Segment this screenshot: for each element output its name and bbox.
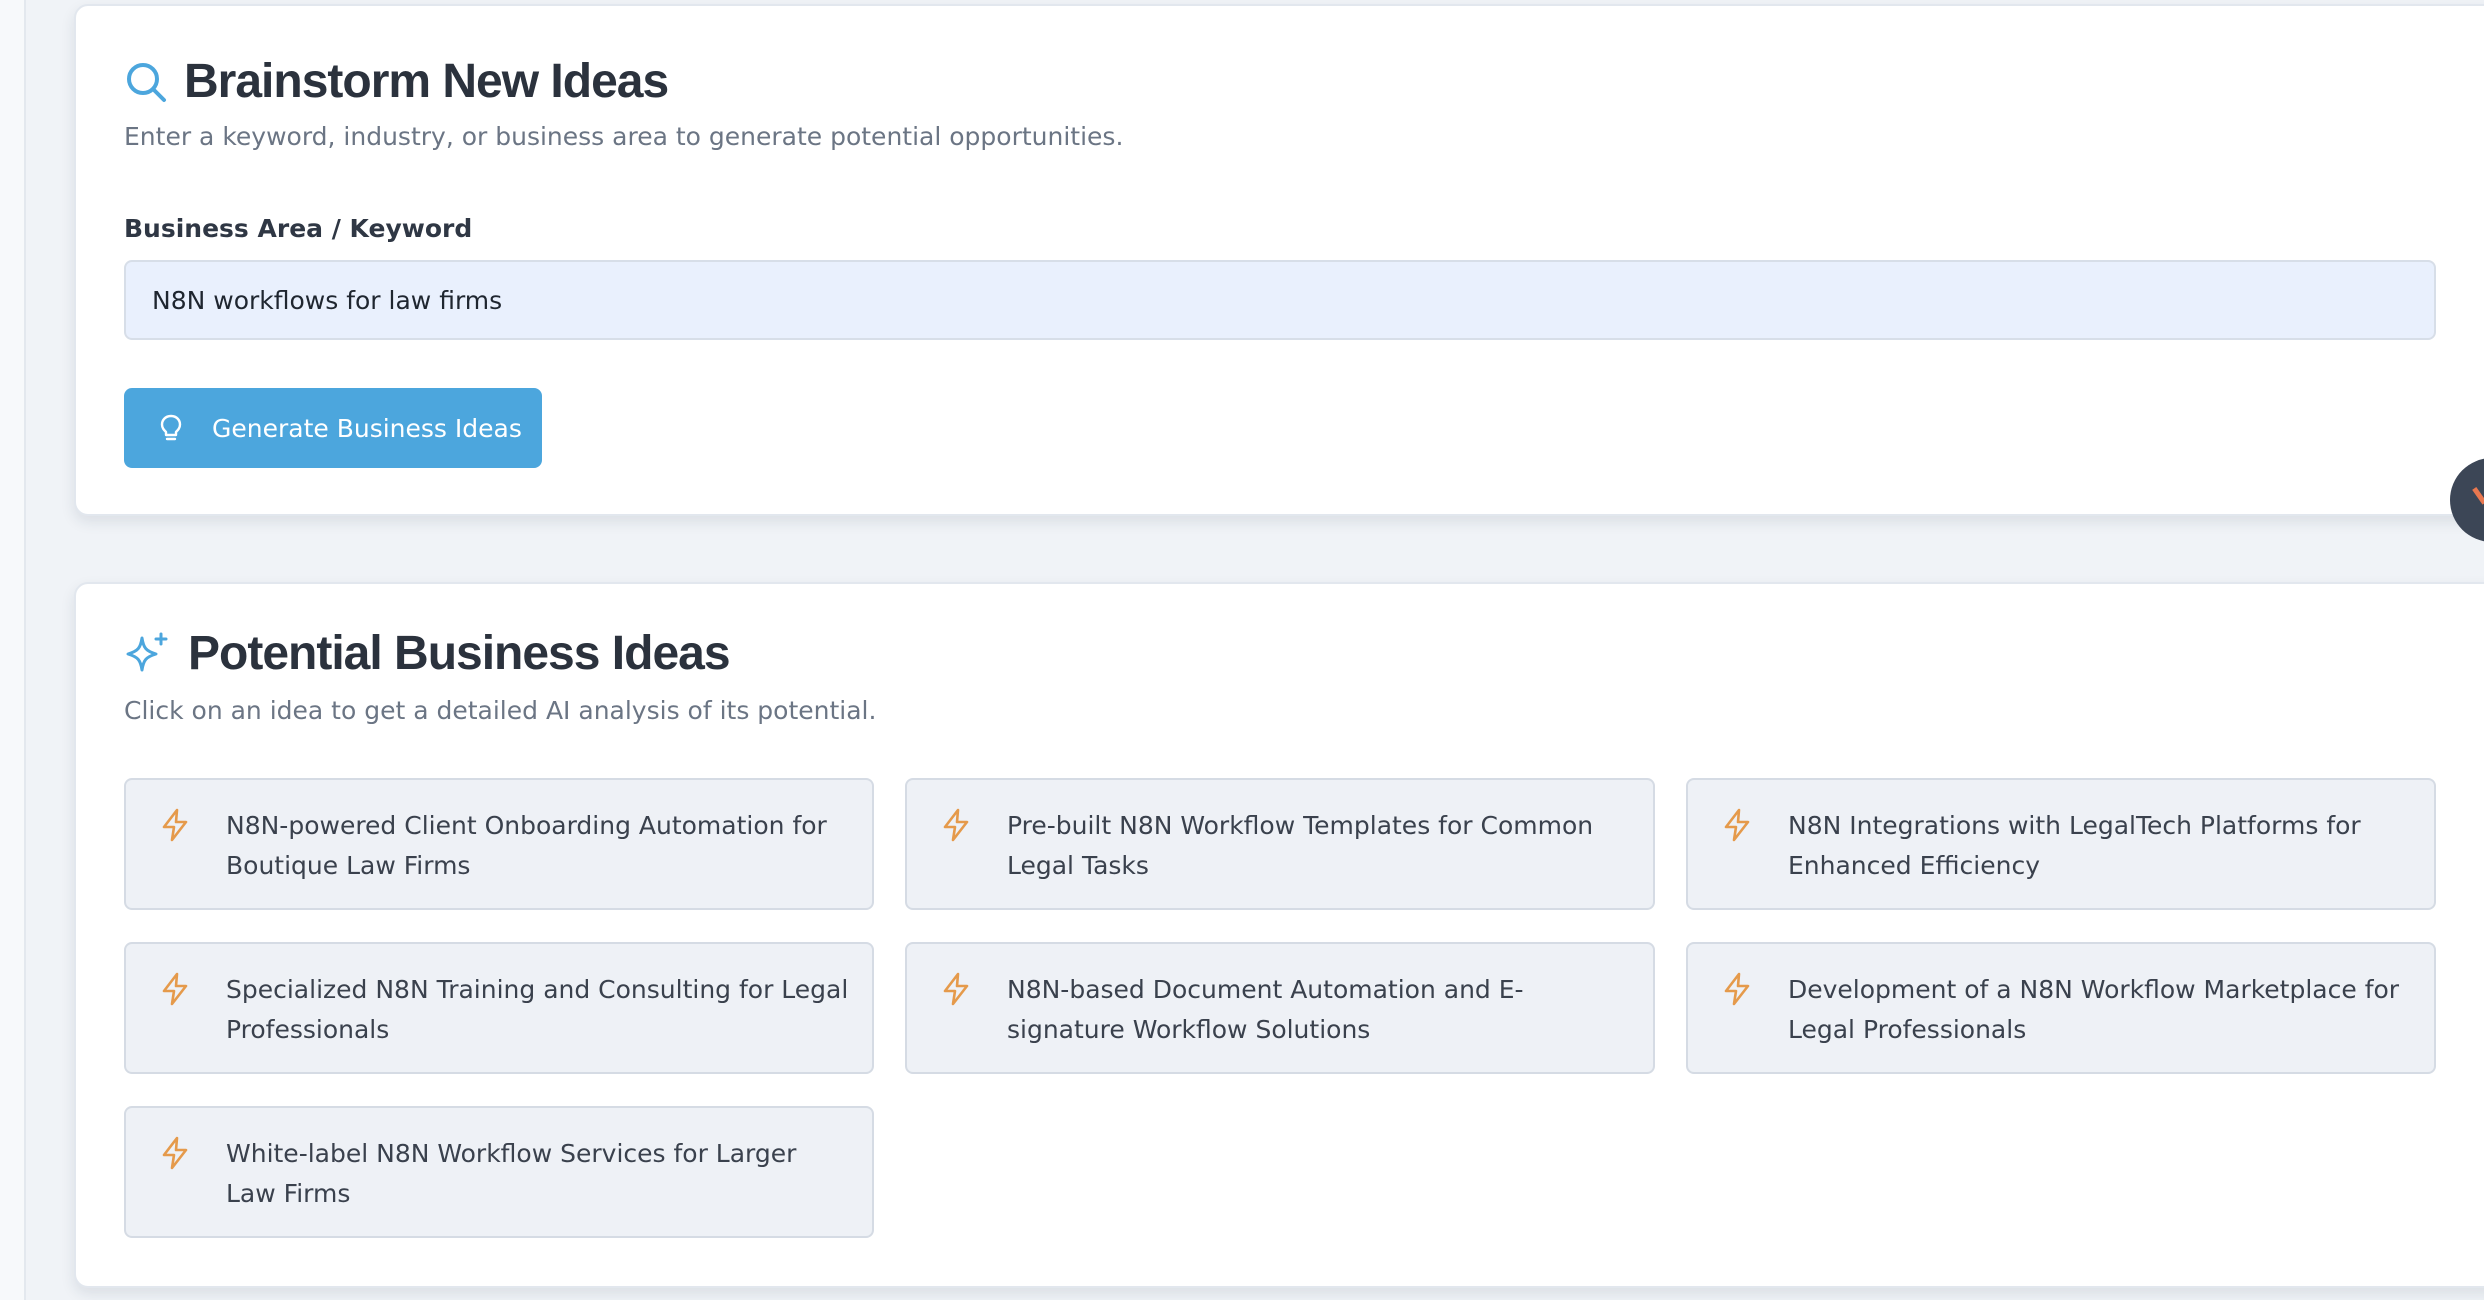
brainstorm-subtitle: Enter a keyword, industry, or business a…: [124, 122, 1124, 151]
business-area-label: Business Area / Keyword: [124, 214, 473, 243]
idea-card[interactable]: Pre-built N8N Workflow Templates for Com…: [905, 778, 1655, 910]
idea-label: Pre-built N8N Workflow Templates for Com…: [1007, 811, 1594, 880]
lightning-icon: [941, 806, 971, 842]
idea-card[interactable]: White-label N8N Workflow Services for La…: [124, 1106, 874, 1238]
left-rail: [0, 0, 26, 1300]
ideas-grid: N8N-powered Client Onboarding Automation…: [124, 778, 2436, 1238]
idea-card[interactable]: N8N Integrations with LegalTech Platform…: [1686, 778, 2436, 910]
idea-label: White-label N8N Workflow Services for La…: [226, 1139, 797, 1208]
idea-label: Development of a N8N Workflow Marketplac…: [1788, 975, 2400, 1044]
idea-label: N8N Integrations with LegalTech Platform…: [1788, 811, 2361, 880]
search-icon: [124, 60, 168, 104]
idea-card[interactable]: Development of a N8N Workflow Marketplac…: [1686, 942, 2436, 1074]
lightning-icon: [160, 970, 190, 1006]
brainstorm-title-text: Brainstorm New Ideas: [184, 55, 669, 108]
brainstorm-card: Brainstorm New Ideas Enter a keyword, in…: [74, 4, 2484, 516]
idea-card[interactable]: N8N-powered Client Onboarding Automation…: [124, 778, 874, 910]
lightning-icon: [941, 970, 971, 1006]
ideas-title-text: Potential Business Ideas: [188, 627, 731, 680]
sparkles-icon: [124, 630, 172, 678]
generate-ideas-label: Generate Business Ideas: [212, 413, 522, 443]
ideas-title: Potential Business Ideas: [124, 626, 731, 681]
business-area-input[interactable]: [124, 260, 2436, 340]
idea-card[interactable]: N8N-based Document Automation and E-sign…: [905, 942, 1655, 1074]
chat-bubble-icon: [2472, 481, 2484, 505]
brainstorm-title: Brainstorm New Ideas: [124, 54, 669, 109]
lightning-icon: [160, 806, 190, 842]
lightning-icon: [1722, 970, 1752, 1006]
lightbulb-icon: [158, 413, 184, 443]
idea-label: N8N-powered Client Onboarding Automation…: [226, 811, 827, 880]
idea-label: Specialized N8N Training and Consulting …: [226, 975, 849, 1044]
ideas-card: Potential Business Ideas Click on an ide…: [74, 582, 2484, 1288]
idea-card[interactable]: Specialized N8N Training and Consulting …: [124, 942, 874, 1074]
idea-label: N8N-based Document Automation and E-sign…: [1007, 975, 1524, 1044]
lightning-icon: [160, 1134, 190, 1170]
lightning-icon: [1722, 806, 1752, 842]
generate-ideas-button[interactable]: Generate Business Ideas: [124, 388, 542, 468]
ideas-subtitle: Click on an idea to get a detailed AI an…: [124, 696, 877, 725]
